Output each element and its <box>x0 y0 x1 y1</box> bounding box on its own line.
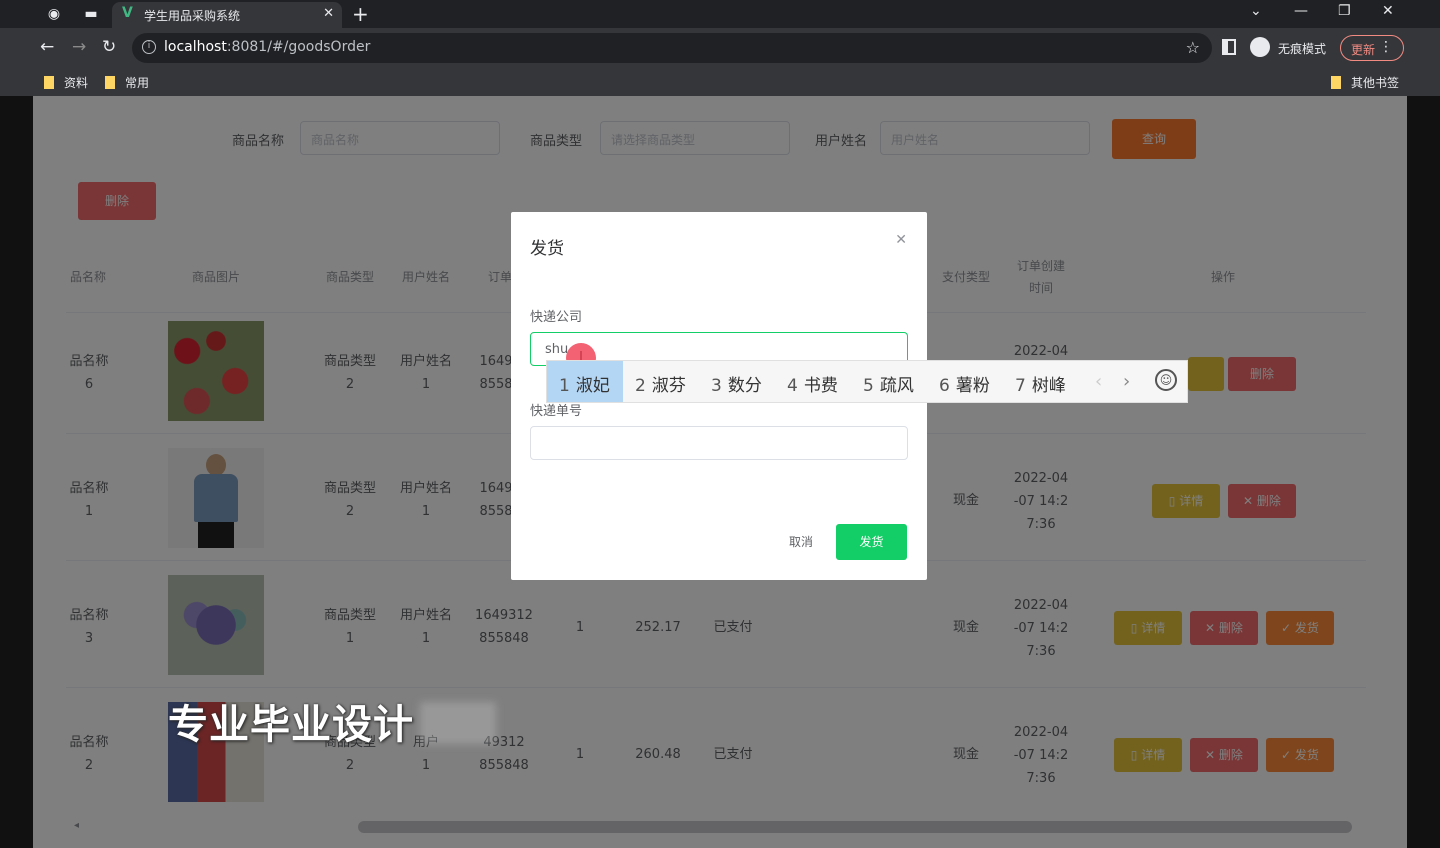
incognito-icon <box>1250 37 1270 57</box>
ime-candidate[interactable]: 1 淑妃 <box>559 371 610 396</box>
folder-icon <box>1331 76 1341 89</box>
courier-company-label: 快递公司 <box>530 310 583 325</box>
tracking-number-input[interactable] <box>530 426 908 460</box>
folder-icon <box>44 76 54 89</box>
folder-icon <box>105 76 115 89</box>
cancel-button[interactable]: 取消 <box>769 524 833 560</box>
ime-candidate[interactable]: 4 书费 <box>787 371 838 396</box>
bookmark-folder[interactable]: 资料 <box>44 74 88 91</box>
ime-candidate[interactable]: 3 数分 <box>711 371 762 396</box>
reload-icon[interactable]: ↻ <box>102 37 116 57</box>
side-panel-icon[interactable] <box>1222 39 1236 55</box>
tab-list-icon[interactable]: ⌄ <box>1250 3 1262 19</box>
address-bar: ← → ↻ i localhost:8081/#/goodsOrder ☆ <box>0 28 1440 68</box>
back-icon[interactable]: ← <box>40 37 54 57</box>
next-page-icon[interactable]: › <box>1123 371 1130 392</box>
watermark: 专业毕业设计 <box>168 702 414 748</box>
browser-tab-bar: ◉ ▬ V 学生用品采购系统 ✕ + ⌄ — ❐ ✕ <box>0 0 1440 28</box>
forward-icon[interactable]: → <box>72 37 86 57</box>
ime-candidate-bar: 1 淑妃 2 淑芬 3 数分 4 书费 5 疏风 6 薯粉 7 树峰 ‹ › ☺ <box>546 360 1188 403</box>
new-tab-icon[interactable]: + <box>352 2 369 26</box>
incognito-menu-icon[interactable]: ◉ <box>45 5 63 23</box>
more-menu-icon[interactable]: ⋮ <box>1379 39 1393 55</box>
update-button[interactable]: 更新 ⋮ <box>1340 35 1404 61</box>
url-text: localhost:8081/#/goodsOrder <box>164 39 371 55</box>
restore-icon[interactable]: ❐ <box>1338 3 1351 19</box>
bookmarks-bar: 资料 常用 其他书签 <box>0 68 1440 96</box>
ime-candidate[interactable]: 2 淑芬 <box>635 371 686 396</box>
ime-candidate[interactable]: 7 树峰 <box>1015 371 1066 396</box>
courier-company-value: shu <box>545 342 569 357</box>
site-info-icon[interactable]: i <box>142 40 156 54</box>
close-tab-icon[interactable]: ✕ <box>323 6 334 21</box>
close-icon[interactable]: ✕ <box>895 232 907 248</box>
bookmark-star-icon[interactable]: ☆ <box>1186 38 1200 57</box>
dialog-title: 发货 <box>530 239 564 259</box>
close-window-icon[interactable]: ✕ <box>1382 3 1394 19</box>
incognito-label: 无痕模式 <box>1278 42 1327 56</box>
watermark-blur <box>420 702 496 744</box>
screen: { "browser": { "tab_title": "学生用品采购系统", … <box>0 0 1440 848</box>
minimize-icon[interactable]: — <box>1294 3 1308 19</box>
ime-candidate[interactable]: 6 薯粉 <box>939 371 990 396</box>
tab-title: 学生用品采购系统 <box>144 9 241 23</box>
browser-tab[interactable]: V 学生用品采购系统 ✕ <box>112 2 342 28</box>
confirm-ship-button[interactable]: 发货 <box>836 524 907 560</box>
prev-page-icon[interactable]: ‹ <box>1095 371 1102 392</box>
update-label: 更新 <box>1351 43 1376 57</box>
emoji-icon[interactable]: ☺ <box>1155 369 1177 391</box>
bookmark-folder[interactable]: 常用 <box>105 74 149 91</box>
tab-search-icon[interactable]: ▬ <box>82 5 100 23</box>
ime-candidate[interactable]: 5 疏风 <box>863 371 914 396</box>
url-field[interactable]: i localhost:8081/#/goodsOrder ☆ <box>132 33 1212 63</box>
vue-favicon-icon: V <box>122 5 133 21</box>
other-bookmarks[interactable]: 其他书签 <box>1331 74 1399 91</box>
